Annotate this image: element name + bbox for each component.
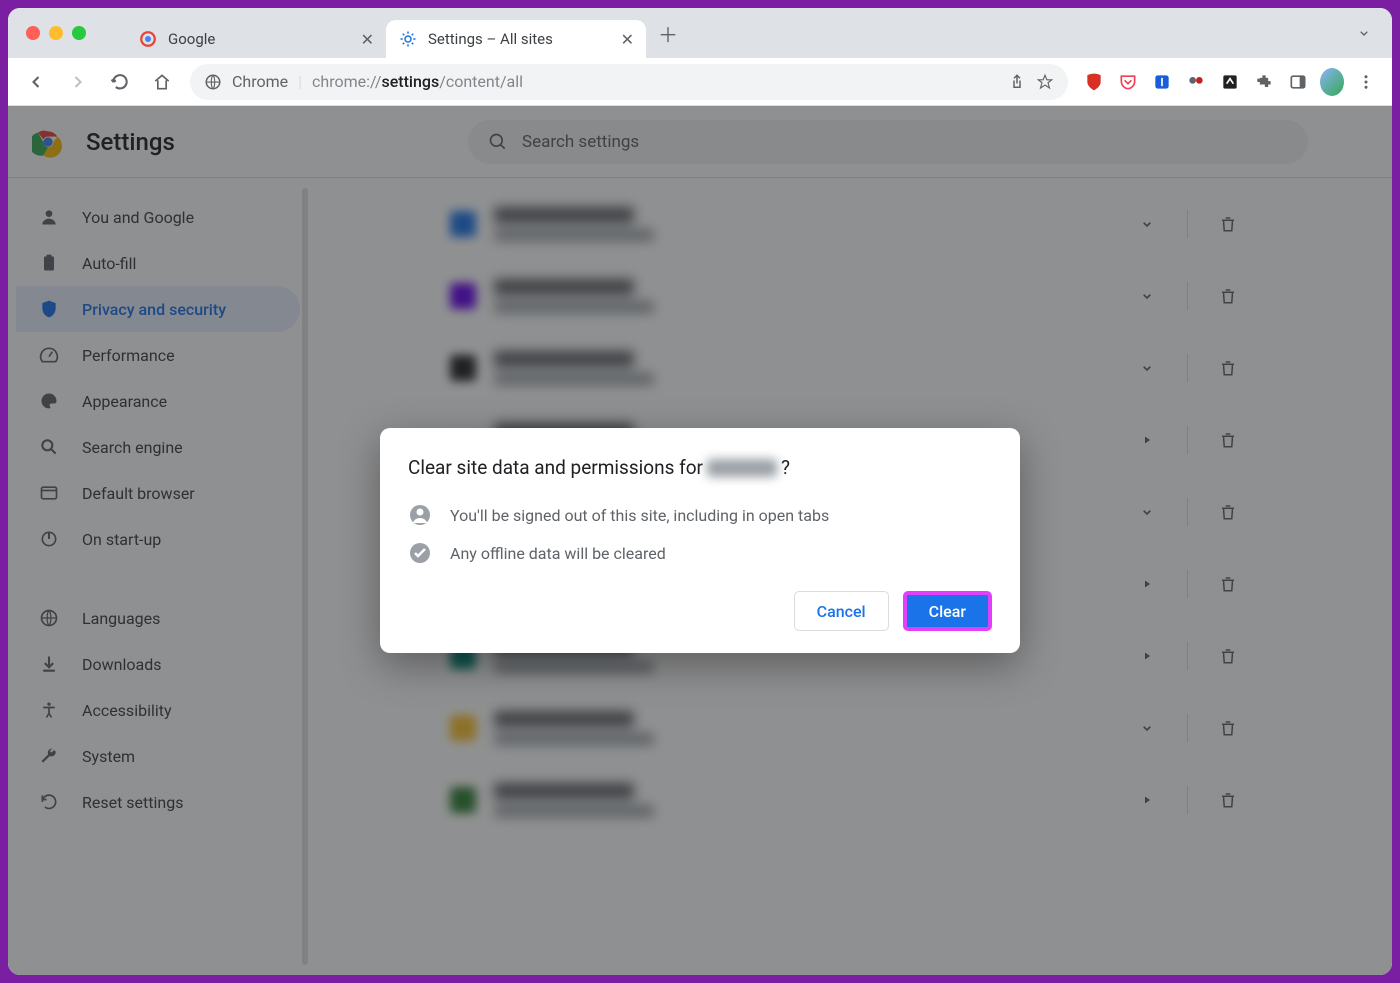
close-window-button[interactable] <box>26 26 40 40</box>
maximize-window-button[interactable] <box>72 26 86 40</box>
tab-title: Settings – All sites <box>428 30 611 48</box>
profile-avatar[interactable] <box>1320 70 1344 94</box>
url-scheme: Chrome <box>232 72 288 91</box>
clear-button[interactable]: Clear <box>903 591 992 631</box>
window-controls <box>26 26 86 40</box>
cancel-button[interactable]: Cancel <box>794 591 889 631</box>
dialog-title: Clear site data and permissions for ? <box>408 456 992 479</box>
extension-icon[interactable] <box>1218 70 1242 94</box>
new-tab-button[interactable]: ＋ <box>658 19 678 48</box>
check-circle-icon <box>408 541 432 565</box>
reload-button[interactable] <box>106 68 134 96</box>
extensions-menu-icon[interactable] <box>1252 70 1276 94</box>
close-tab-icon[interactable]: ✕ <box>361 30 374 49</box>
clear-site-data-dialog: Clear site data and permissions for ? Yo… <box>380 428 1020 653</box>
browser-toolbar: Chrome | chrome://settings/content/all <box>8 58 1392 106</box>
google-favicon-icon <box>138 29 158 49</box>
bookmark-icon[interactable] <box>1036 73 1054 91</box>
url-text: chrome://settings/content/all <box>312 72 523 91</box>
forward-button[interactable] <box>64 68 92 96</box>
dialog-message: Any offline data will be cleared <box>408 541 992 565</box>
address-bar[interactable]: Chrome | chrome://settings/content/all <box>190 64 1068 100</box>
gear-favicon-icon <box>398 29 418 49</box>
tab-settings[interactable]: Settings – All sites ✕ <box>386 20 646 58</box>
share-icon[interactable] <box>1008 73 1026 91</box>
close-tab-icon[interactable]: ✕ <box>621 30 634 49</box>
pocket-icon[interactable] <box>1116 70 1140 94</box>
extension-icon[interactable] <box>1184 70 1208 94</box>
home-button[interactable] <box>148 68 176 96</box>
side-panel-icon[interactable] <box>1286 70 1310 94</box>
minimize-window-button[interactable] <box>49 26 63 40</box>
tab-overflow-button[interactable] <box>1356 25 1372 41</box>
dialog-message: You'll be signed out of this site, inclu… <box>408 503 992 527</box>
chrome-menu-icon[interactable] <box>1354 70 1378 94</box>
browser-window: Google ✕ Settings – All sites ✕ ＋ Chrome… <box>8 8 1392 975</box>
bitwarden-icon[interactable] <box>1150 70 1174 94</box>
modal-overlay: Clear site data and permissions for ? Yo… <box>8 106 1392 975</box>
tab-google[interactable]: Google ✕ <box>126 20 386 58</box>
tab-strip: Google ✕ Settings – All sites ✕ ＋ <box>8 8 1392 58</box>
tab-title: Google <box>168 30 351 48</box>
site-info-icon[interactable] <box>204 73 222 91</box>
back-button[interactable] <box>22 68 50 96</box>
dialog-actions: Cancel Clear <box>408 591 992 631</box>
settings-page: Settings Search settings You and GoogleA… <box>8 106 1392 975</box>
ublock-icon[interactable] <box>1082 70 1106 94</box>
person-icon <box>408 503 432 527</box>
extension-icons <box>1082 70 1378 94</box>
